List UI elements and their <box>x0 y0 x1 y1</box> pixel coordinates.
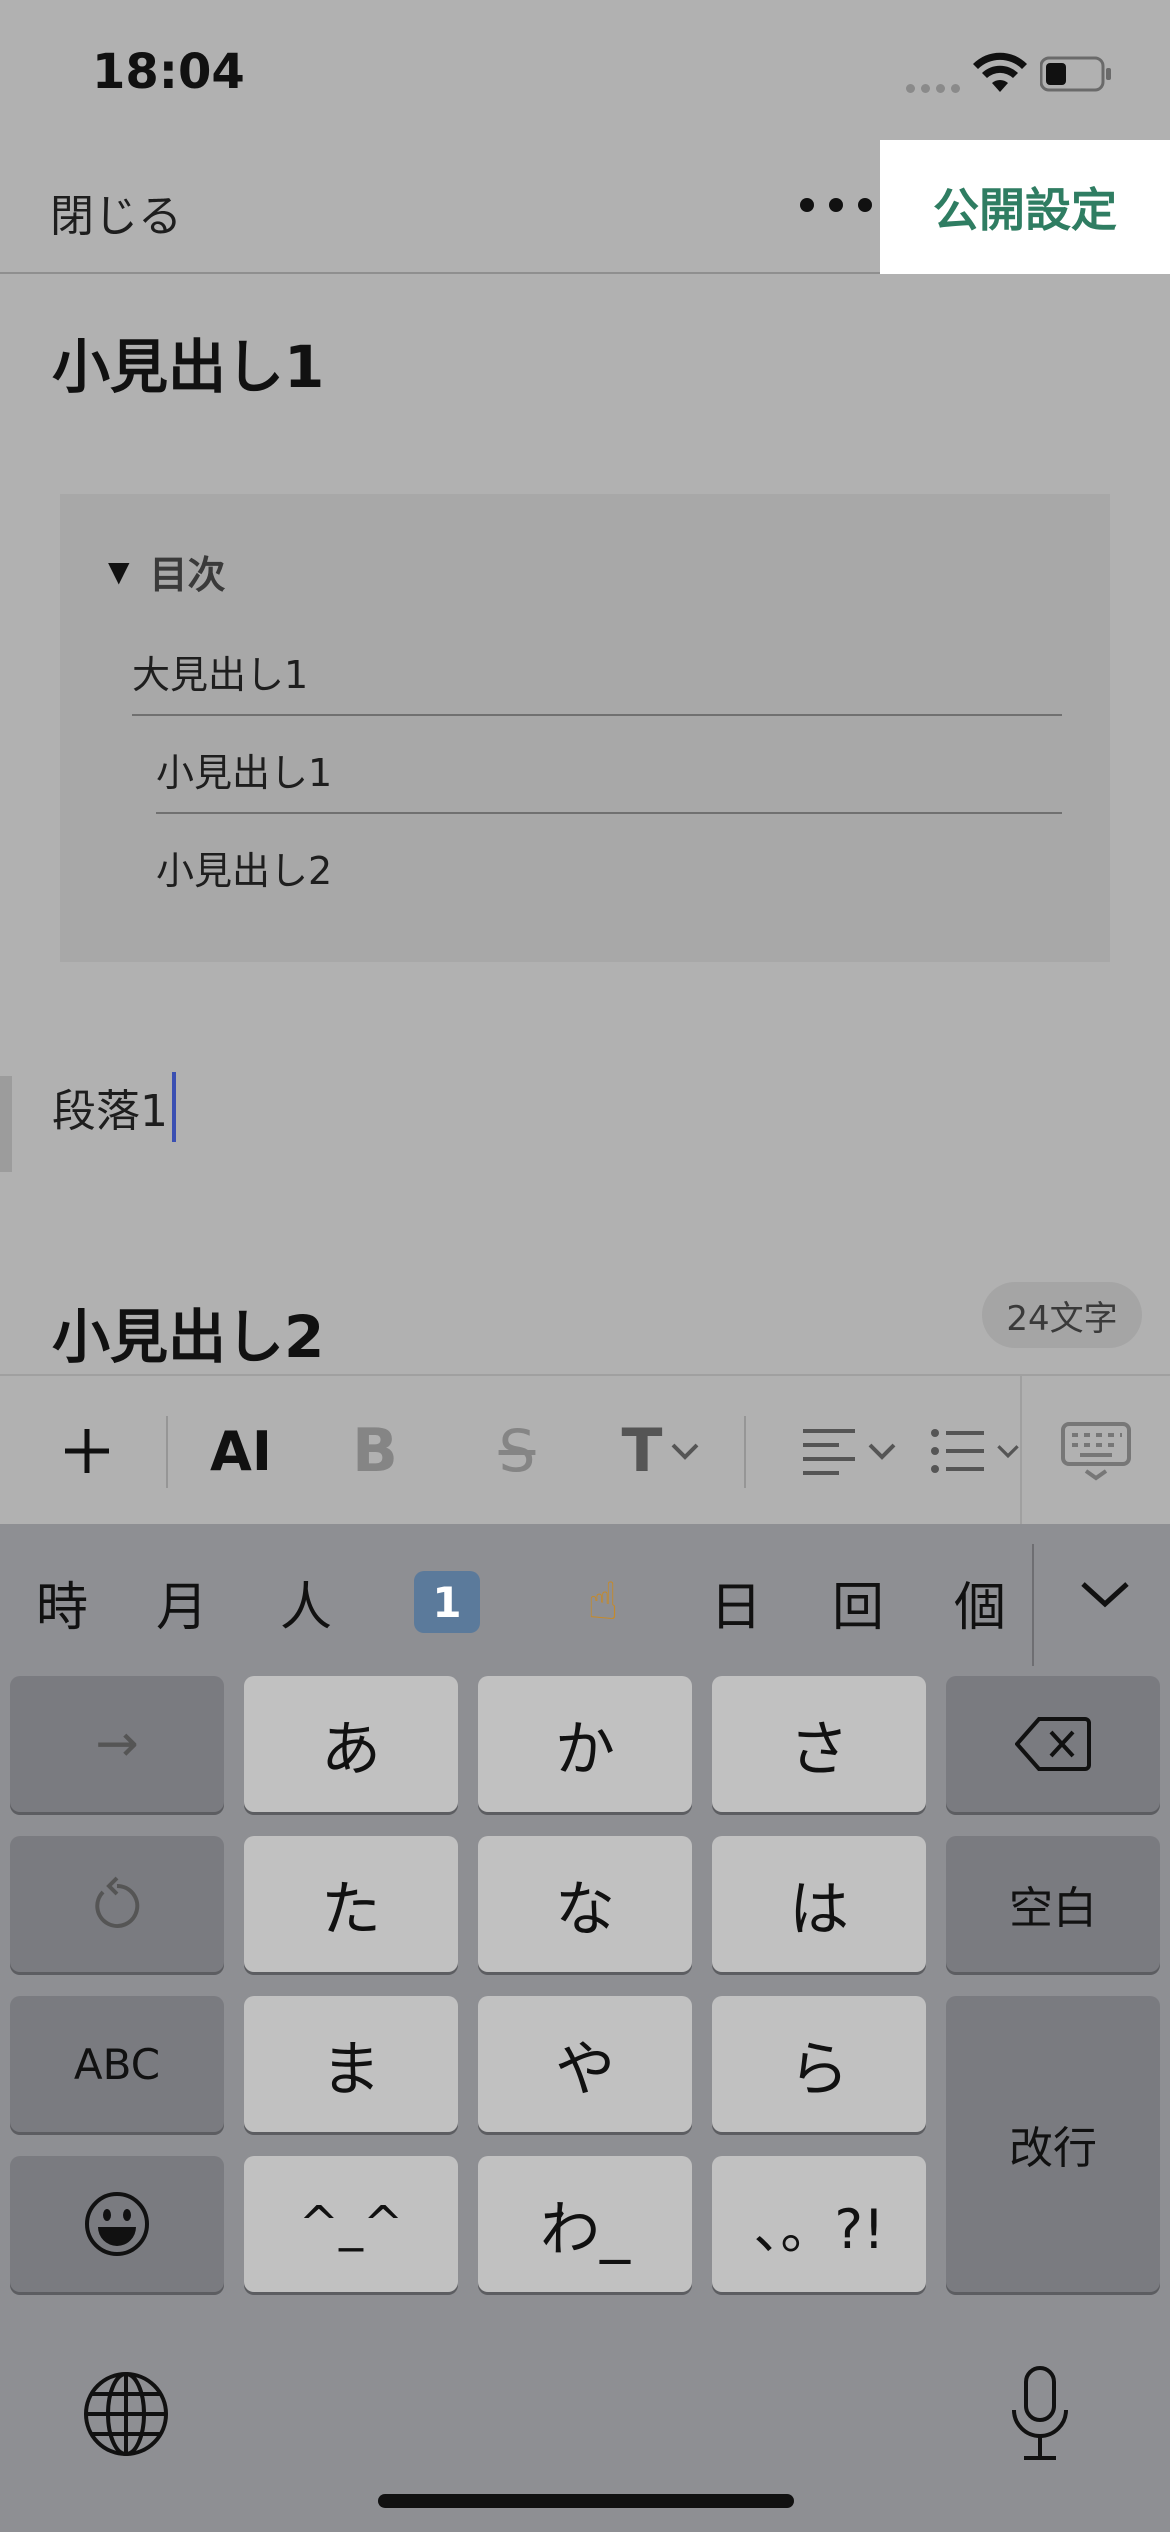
japanese-keyboard: 時 月 人 1 ☝ 日 回 個 → あ か さ た な は 空白 ABC ま や <box>0 1524 1170 2532</box>
wifi-icon <box>973 52 1027 92</box>
character-count-badge: 24文字 <box>982 1282 1142 1348</box>
chevron-down-icon <box>672 1443 699 1460</box>
paragraph-text: 段落1 <box>52 1086 168 1137</box>
candidate-item[interactable]: 時 <box>22 1524 102 1680</box>
delete-backspace-icon <box>1015 1717 1091 1771</box>
hide-keyboard-button[interactable] <box>1020 1376 1170 1526</box>
toc-divider <box>132 714 1062 716</box>
status-time: 18:04 <box>92 44 245 100</box>
emoji-icon <box>85 2192 149 2256</box>
abc-key[interactable]: ABC <box>10 1996 224 2132</box>
align-button[interactable] <box>792 1376 906 1526</box>
toc-item[interactable]: 大見出し1 <box>132 644 308 699</box>
bold-button[interactable]: B <box>334 1376 416 1526</box>
key-ha[interactable]: は <box>712 1836 926 1972</box>
paragraph-block[interactable]: 段落1 <box>52 1072 176 1142</box>
microphone-icon[interactable] <box>1008 2364 1072 2464</box>
toc-item[interactable]: 小見出し1 <box>156 742 332 797</box>
return-key[interactable]: 改行 <box>946 1996 1160 2292</box>
keycap-1-emoji: 1 <box>414 1571 480 1633</box>
battery-icon <box>1040 56 1111 92</box>
key-na[interactable]: な <box>478 1836 692 1972</box>
chevron-down-icon <box>1081 1582 1129 1608</box>
format-toolbar: AI B S T <box>0 1374 1170 1526</box>
undo-key[interactable] <box>10 1836 224 1972</box>
globe-icon[interactable] <box>82 2370 170 2458</box>
editor-header: 閉じる 公開設定 <box>0 140 1170 274</box>
disclosure-triangle-icon[interactable]: ▼ <box>108 555 130 588</box>
key-sa[interactable]: さ <box>712 1676 926 1812</box>
candidate-item[interactable]: 月 <box>142 1524 222 1680</box>
toc-title[interactable]: ▼ 目次 <box>108 544 226 599</box>
candidate-bar: 時 月 人 1 ☝ 日 回 個 <box>0 1524 1170 1680</box>
candidate-item[interactable]: 1 <box>404 1524 490 1680</box>
heading-small-1[interactable]: 小見出し1 <box>52 320 324 404</box>
candidate-item[interactable]: 人 <box>266 1524 346 1680</box>
key-ra[interactable]: ら <box>712 1996 926 2132</box>
toc-item[interactable]: 小見出し2 <box>156 840 332 895</box>
close-button[interactable]: 閉じる <box>50 180 182 244</box>
cellular-signal-icon <box>906 84 960 93</box>
space-key[interactable]: 空白 <box>946 1836 1160 1972</box>
key-ta[interactable]: た <box>244 1836 458 1972</box>
publish-settings-button[interactable]: 公開設定 <box>880 140 1170 274</box>
emoji-key[interactable] <box>10 2156 224 2292</box>
text-style-button[interactable]: T <box>606 1376 716 1526</box>
heading-small-2[interactable]: 小見出し2 <box>52 1290 324 1374</box>
key-a[interactable]: あ <box>244 1676 458 1812</box>
expand-candidates-button[interactable] <box>1050 1524 1160 1664</box>
ai-button[interactable]: AI <box>196 1376 286 1526</box>
table-of-contents[interactable]: ▼ 目次 大見出し1 小見出し1 小見出し2 <box>60 494 1110 962</box>
toc-divider <box>156 812 1062 814</box>
status-bar: 18:04 <box>0 0 1170 140</box>
toolbar-separator <box>744 1416 746 1488</box>
chevron-down-icon <box>868 1443 896 1460</box>
toolbar-separator <box>166 1416 168 1488</box>
text-style-label: T <box>621 1416 663 1486</box>
home-indicator <box>378 2494 794 2508</box>
candidate-item[interactable]: ☝ <box>560 1524 646 1680</box>
candidate-item[interactable]: 個 <box>940 1524 1020 1680</box>
key-ya[interactable]: や <box>478 1996 692 2132</box>
more-options-icon[interactable] <box>800 180 872 230</box>
key-ka[interactable]: か <box>478 1676 692 1812</box>
candidate-item[interactable]: 日 <box>696 1524 776 1680</box>
align-left-icon <box>803 1429 855 1475</box>
strikethrough-button[interactable]: S <box>472 1376 562 1526</box>
text-caret <box>172 1072 176 1142</box>
key-kaomoji[interactable]: ^_^ <box>244 2156 458 2292</box>
key-arrow-right[interactable]: → <box>10 1676 224 1812</box>
candidate-item[interactable]: 回 <box>818 1524 898 1680</box>
chevron-down-icon <box>997 1445 1019 1459</box>
block-marker <box>0 1076 12 1172</box>
key-ma[interactable]: ま <box>244 1996 458 2132</box>
keyboard-dismiss-icon <box>1061 1422 1131 1481</box>
list-button[interactable] <box>930 1376 1020 1526</box>
add-block-button[interactable] <box>40 1376 134 1526</box>
undo-icon <box>95 1876 140 1928</box>
candidate-separator <box>1032 1544 1034 1666</box>
toc-title-label: 目次 <box>149 553 226 597</box>
plus-icon <box>65 1429 109 1473</box>
delete-key[interactable] <box>946 1676 1160 1812</box>
key-punctuation[interactable]: 、。?! <box>712 2156 926 2292</box>
bulleted-list-icon <box>931 1429 984 1473</box>
key-wa[interactable]: わ_ <box>478 2156 692 2292</box>
